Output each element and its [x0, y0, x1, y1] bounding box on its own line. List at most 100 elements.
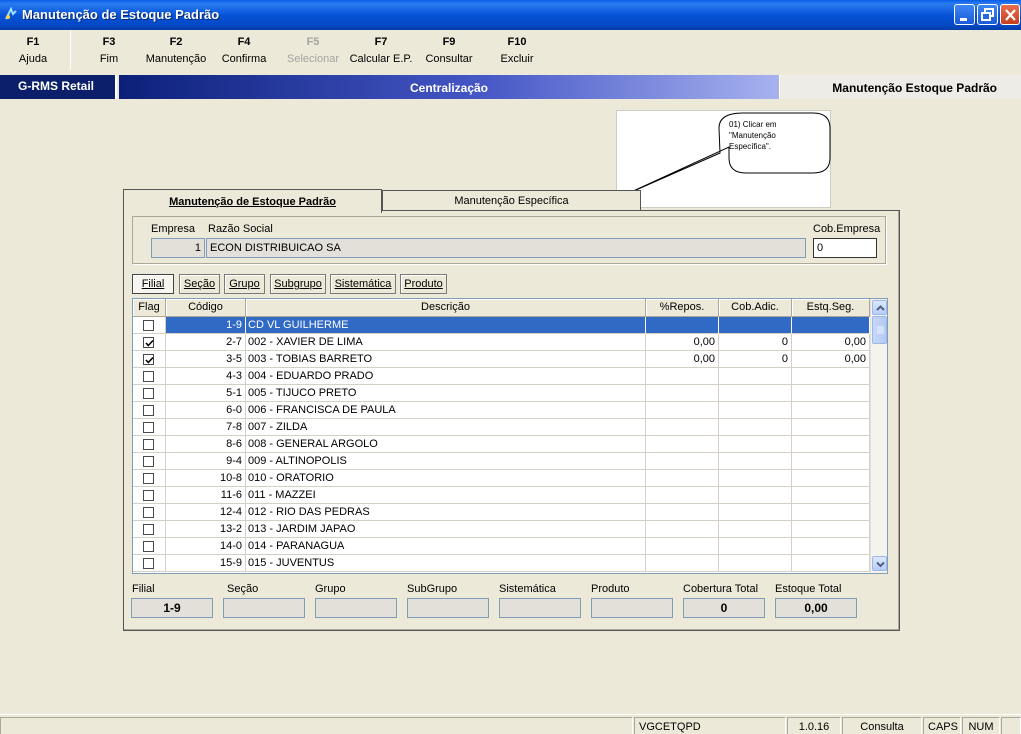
- cell-descricao: 003 - TOBIAS BARRETO: [246, 351, 646, 368]
- cell-descricao: CD VL GUILHERME: [246, 317, 646, 334]
- subtab-subgrupo[interactable]: Subgrupo: [270, 274, 326, 294]
- scroll-down-button[interactable]: [872, 556, 887, 571]
- filial-grid[interactable]: Flag Código Descrição %Repos. Cob.Adic. …: [132, 298, 888, 574]
- flag-checkbox[interactable]: [143, 354, 154, 365]
- close-button[interactable]: [1000, 4, 1020, 25]
- cobertura-total-field: 0: [683, 598, 765, 618]
- table-row[interactable]: 11-6 011 - MAZZEI: [133, 487, 870, 504]
- table-row[interactable]: 9-4 009 - ALTINOPOLIS: [133, 453, 870, 470]
- cell-flag: [133, 351, 166, 368]
- table-row[interactable]: 3-5 003 - TOBIAS BARRETO 0,00 0 0,00: [133, 351, 870, 368]
- table-row[interactable]: 15-9 015 - JUVENTUS: [133, 555, 870, 572]
- cell-codigo: 15-9: [166, 555, 246, 572]
- cell-cob-adic: [719, 470, 792, 487]
- razao-social-label: Razão Social: [208, 223, 273, 235]
- table-row[interactable]: 2-7 002 - XAVIER DE LIMA 0,00 0 0,00: [133, 334, 870, 351]
- f10-delete-button[interactable]: F10 Excluir: [494, 36, 540, 65]
- flag-checkbox[interactable]: [143, 388, 154, 399]
- f9-query-button[interactable]: F9 Consultar: [421, 36, 477, 65]
- cell-estq-seg: [792, 487, 870, 504]
- scroll-up-button[interactable]: [872, 300, 887, 315]
- f2-maintenance-button[interactable]: F2 Manutenção: [144, 36, 208, 65]
- grip-icon: [877, 326, 884, 334]
- flag-checkbox[interactable]: [143, 405, 154, 416]
- produto-summary-label: Produto: [591, 583, 630, 595]
- table-row[interactable]: 13-2 013 - JARDIM JAPAO: [133, 521, 870, 538]
- subgrupo-summary-label: SubGrupo: [407, 583, 458, 595]
- table-row[interactable]: 5-1 005 - TIJUCO PRETO: [133, 385, 870, 402]
- cell-flag: [133, 436, 166, 453]
- cell-descricao: 009 - ALTINOPOLIS: [246, 453, 646, 470]
- cell-codigo: 10-8: [166, 470, 246, 487]
- restore-button[interactable]: [977, 4, 998, 25]
- cell-descricao: 008 - GENERAL ARGOLO: [246, 436, 646, 453]
- column-header-estq-seg[interactable]: Estq.Seg.: [792, 299, 870, 317]
- f3-exit-button[interactable]: F3 Fim: [84, 36, 134, 65]
- cell-descricao: 010 - ORATORIO: [246, 470, 646, 487]
- table-row[interactable]: 14-0 014 - PARANAGUA: [133, 538, 870, 555]
- cell-flag: [133, 504, 166, 521]
- flag-checkbox[interactable]: [143, 473, 154, 484]
- table-row[interactable]: 8-6 008 - GENERAL ARGOLO: [133, 436, 870, 453]
- empresa-label: Empresa: [151, 223, 196, 235]
- flag-checkbox[interactable]: [143, 541, 154, 552]
- checkmark-icon: [145, 356, 154, 364]
- f7-calculate-button[interactable]: F7 Calcular E.P.: [347, 36, 415, 65]
- flag-checkbox[interactable]: [143, 439, 154, 450]
- cell-cob-adic: [719, 453, 792, 470]
- flag-checkbox[interactable]: [143, 337, 154, 348]
- cell-estq-seg: [792, 317, 870, 334]
- flag-checkbox[interactable]: [143, 490, 154, 501]
- table-row[interactable]: 7-8 007 - ZILDA: [133, 419, 870, 436]
- cell-cob-adic: [719, 436, 792, 453]
- flag-checkbox[interactable]: [143, 371, 154, 382]
- estoque-total-label: Estoque Total: [775, 583, 842, 595]
- cell-cob-adic: [719, 402, 792, 419]
- function-key-toolbar: F1 Ajuda F3 Fim F2 Manutenção F4 Confirma F5…: [0, 30, 1021, 73]
- flag-checkbox[interactable]: [143, 422, 154, 433]
- f1-help-button[interactable]: F1 Ajuda: [8, 36, 58, 65]
- grid-scrollbar[interactable]: [870, 299, 887, 573]
- subtab-sistematica[interactable]: Sistemática: [330, 274, 396, 294]
- cell-descricao: 002 - XAVIER DE LIMA: [246, 334, 646, 351]
- subtab-secao[interactable]: Seção: [179, 274, 220, 294]
- table-row[interactable]: 4-3 004 - EDUARDO PRADO: [133, 368, 870, 385]
- cell-estq-seg: 0,00: [792, 334, 870, 351]
- scroll-thumb[interactable]: [872, 316, 887, 344]
- sistematica-summary-label: Sistemática: [499, 583, 556, 595]
- table-row[interactable]: 12-4 012 - RIO DAS PEDRAS: [133, 504, 870, 521]
- secao-summary-field: [223, 598, 305, 618]
- tab-standard-stock-maintenance[interactable]: Manutenção de Estoque Padrão: [123, 189, 382, 213]
- screen-name: Manutenção Estoque Padrão: [779, 75, 1021, 99]
- subtab-produto[interactable]: Produto: [400, 274, 447, 294]
- column-header-repos[interactable]: %Repos.: [646, 299, 719, 317]
- subtab-filial[interactable]: Filial: [132, 274, 174, 294]
- cell-descricao: 011 - MAZZEI: [246, 487, 646, 504]
- subtab-grupo[interactable]: Grupo: [224, 274, 265, 294]
- estoque-total-field: 0,00: [775, 598, 857, 618]
- cell-codigo: 2-7: [166, 334, 246, 351]
- table-row[interactable]: 10-8 010 - ORATORIO: [133, 470, 870, 487]
- cell-repos: 0,00: [646, 334, 719, 351]
- minimize-button[interactable]: [954, 4, 975, 25]
- flag-checkbox[interactable]: [143, 524, 154, 535]
- column-header-descricao[interactable]: Descrição: [246, 299, 646, 317]
- cell-codigo: 3-5: [166, 351, 246, 368]
- cell-cob-adic: [719, 504, 792, 521]
- f5-select-button[interactable]: F5 Selecionar: [283, 36, 343, 65]
- column-header-codigo[interactable]: Código: [166, 299, 246, 317]
- table-row[interactable]: 1-9 CD VL GUILHERME: [133, 317, 870, 334]
- subgrupo-summary-field: [407, 598, 489, 618]
- table-row[interactable]: 6-0 006 - FRANCISCA DE PAULA: [133, 402, 870, 419]
- status-panel-message: [0, 717, 633, 734]
- column-header-cob-adic[interactable]: Cob.Adic.: [719, 299, 792, 317]
- flag-checkbox[interactable]: [143, 507, 154, 518]
- column-header-flag[interactable]: Flag: [133, 299, 166, 317]
- flag-checkbox[interactable]: [143, 320, 154, 331]
- tab-specific-maintenance[interactable]: Manutenção Específica: [382, 190, 641, 212]
- cob-empresa-input[interactable]: 0: [813, 238, 877, 258]
- flag-checkbox[interactable]: [143, 558, 154, 569]
- flag-checkbox[interactable]: [143, 456, 154, 467]
- cell-flag: [133, 470, 166, 487]
- f4-confirm-button[interactable]: F4 Confirma: [217, 36, 271, 65]
